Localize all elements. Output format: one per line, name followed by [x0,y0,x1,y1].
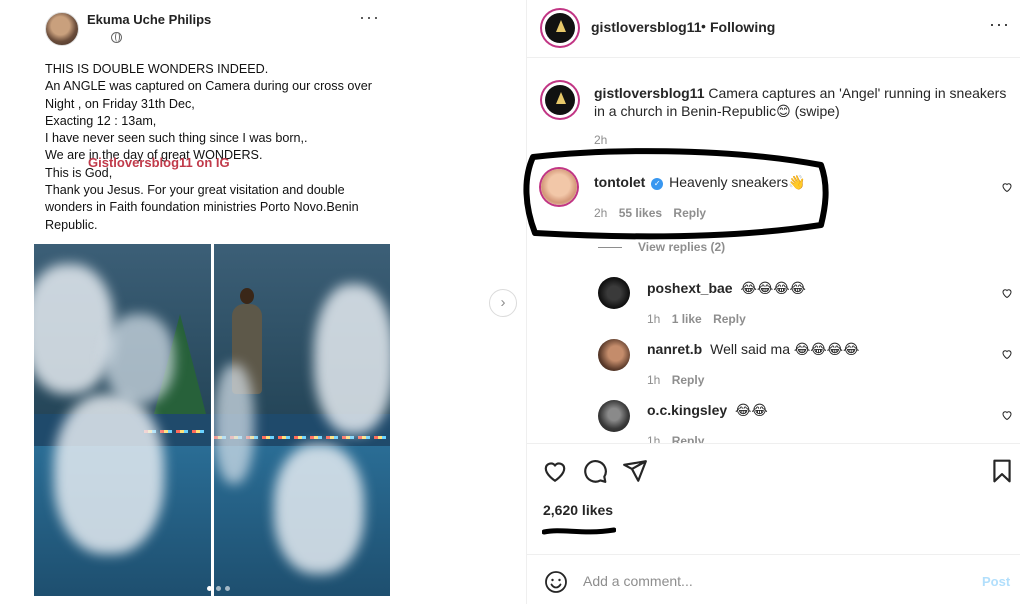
post-panel: gistloversblog11 • Following ··· gistlov… [526,0,1020,604]
comment-input[interactable] [583,567,963,595]
heart-icon[interactable] [542,458,568,484]
caption-avatar[interactable] [542,82,578,118]
comment: nanret.b Well said ma 😂😂😂😂 [647,341,859,358]
comment-heart-icon[interactable] [1001,181,1013,193]
comment: tontolet ✓ Heavenly sneakers👋 [594,174,806,191]
fb-author-name: Ekuma Uche Philips [87,12,212,27]
comment-icon[interactable] [582,458,608,484]
comment-username[interactable]: tontolet [594,174,645,190]
following-button[interactable]: Following [710,19,775,35]
chevron-right-icon[interactable]: › [489,289,517,317]
caption-time[interactable]: 2h [594,133,607,147]
commenter-avatar[interactable] [598,400,630,432]
comment-text: Heavenly sneakers👋 [669,174,806,190]
fb-more-icon: ··· [359,7,380,27]
comment-username[interactable]: nanret.b [647,341,702,357]
comment: o.c.kingsley 😂😂 [647,402,768,419]
fb-author-avatar [45,12,79,46]
comment-heart-icon[interactable] [1001,409,1013,421]
comment-text: 😂😂😂😂 [740,280,806,296]
commenter-avatar[interactable] [598,339,630,371]
more-icon[interactable]: ··· [989,14,1010,35]
comment-meta: 1h 1 like Reply [647,312,746,326]
view-replies-button[interactable]: View replies (2) [598,240,725,254]
emoji-icon[interactable] [544,570,568,594]
comment-heart-icon[interactable] [1001,287,1013,299]
verified-icon: ✓ [651,178,664,190]
post-header: gistloversblog11 • Following ··· [527,0,1020,58]
carousel-indicator [207,586,230,591]
commenter-avatar[interactable] [541,169,577,205]
comment-text: Well said ma 😂😂😂😂 [710,341,860,357]
post-photo-right [214,244,390,596]
globe-icon [111,32,122,43]
watermark: Gistloversblog11 on IG [88,155,230,170]
bookmark-icon[interactable] [989,458,1015,484]
add-comment-bar: Post [527,554,1020,604]
carousel-dot [216,586,221,591]
separator-dot: • [701,18,706,34]
comment-username[interactable]: poshext_bae [647,280,733,296]
reply-button[interactable]: Reply [713,312,746,326]
comment-meta: 1h Reply [647,373,704,387]
post-photo-left [34,244,211,596]
comment-likes[interactable]: 55 likes [619,206,662,220]
caption: gistloversblog11 Camera captures an 'Ang… [594,84,1014,120]
reply-button[interactable]: Reply [672,434,705,443]
fb-post-text: THIS IS DOUBLE WONDERS INDEED. An ANGLE … [45,62,372,232]
commenter-avatar[interactable] [598,277,630,309]
reply-button[interactable]: Reply [672,373,705,387]
carousel-dot [207,586,212,591]
comment-likes[interactable]: 1 like [672,312,702,326]
carousel-dot [225,586,230,591]
comment-time[interactable]: 1h [647,312,660,326]
author-username[interactable]: gistloversblog11 [591,19,701,35]
likes-count[interactable]: 2,620 likes [543,502,613,518]
comment-heart-icon[interactable] [1001,348,1013,360]
comment-time[interactable]: 1h [647,373,660,387]
post-media: Ekuma Uche Philips ··· THIS IS DOUBLE WO… [0,0,526,604]
comment-text: 😂😂 [735,402,768,418]
comment-time[interactable]: 1h [647,434,660,443]
comment-username[interactable]: o.c.kingsley [647,402,727,418]
action-bar: 2,620 likes [527,443,1020,554]
comments-list[interactable]: gistloversblog11 Camera captures an 'Ang… [527,59,1020,443]
comment-time[interactable]: 2h [594,206,607,220]
comment: poshext_bae 😂😂😂😂 [647,280,806,297]
scribble-mark [542,527,616,535]
post-button[interactable]: Post [982,574,1010,589]
comment-meta: 2h 55 likes Reply [594,206,706,220]
comment-meta: 1h Reply [647,434,704,443]
author-avatar[interactable] [542,10,578,46]
caption-username[interactable]: gistloversblog11 [594,85,704,101]
share-icon[interactable] [622,458,648,484]
reply-button[interactable]: Reply [673,206,706,220]
